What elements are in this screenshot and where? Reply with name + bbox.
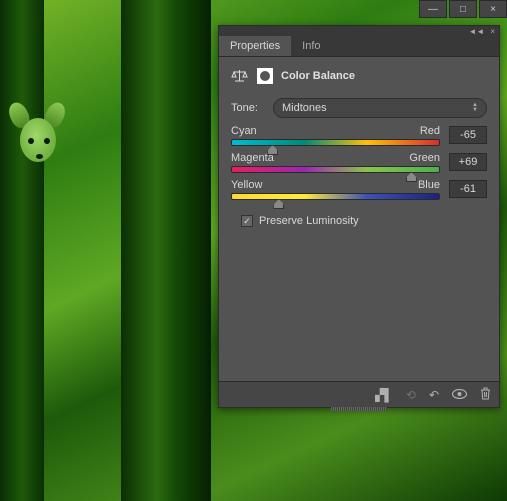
- preserve-luminosity-checkbox[interactable]: ✓: [241, 215, 253, 227]
- slider-knob[interactable]: [267, 145, 278, 155]
- panel-footer: ▞▌ ⟲ ↶: [219, 381, 499, 407]
- yellow-blue-value[interactable]: -61: [449, 180, 487, 198]
- deer-image: [18, 112, 60, 182]
- clip-to-layer-icon[interactable]: ▞▌: [375, 388, 393, 402]
- tone-label: Tone:: [231, 102, 265, 114]
- panel-collapse-icon[interactable]: ◄◄: [468, 27, 484, 36]
- visibility-icon[interactable]: [452, 388, 467, 402]
- magenta-green-value[interactable]: +69: [449, 153, 487, 171]
- window-close-button[interactable]: ×: [479, 0, 507, 18]
- reset-icon[interactable]: ↶: [429, 388, 439, 402]
- magenta-green-slider[interactable]: [231, 166, 440, 173]
- balance-scale-icon: [231, 67, 248, 84]
- slider-right-label: Blue: [418, 179, 440, 191]
- previous-state-icon[interactable]: ⟲: [406, 388, 416, 402]
- tree-trunk: [0, 0, 44, 501]
- panel-tabs: Properties Info: [219, 36, 499, 57]
- slider-right-label: Red: [420, 125, 440, 137]
- yellow-blue-slider[interactable]: [231, 193, 440, 200]
- properties-panel: ◄◄ × Properties Info Color Balance Tone:…: [218, 25, 500, 408]
- chevron-updown-icon: ▲▼: [472, 103, 478, 113]
- window-controls: — □ ×: [419, 0, 507, 22]
- tone-select[interactable]: Midtones ▲▼: [273, 98, 487, 118]
- cyan-red-slider[interactable]: [231, 139, 440, 146]
- maximize-button[interactable]: □: [449, 0, 477, 18]
- cyan-red-value[interactable]: -65: [449, 126, 487, 144]
- slider-knob[interactable]: [273, 199, 284, 209]
- panel-close-icon[interactable]: ×: [490, 27, 495, 36]
- slider-left-label: Cyan: [231, 125, 257, 137]
- delete-icon[interactable]: [480, 387, 491, 403]
- adjustment-title: Color Balance: [281, 70, 355, 82]
- tone-value: Midtones: [282, 102, 327, 114]
- adjustment-mask-icon[interactable]: [256, 67, 273, 84]
- panel-resize-grip[interactable]: [331, 407, 387, 411]
- preserve-luminosity-label: Preserve Luminosity: [259, 215, 359, 227]
- tab-properties[interactable]: Properties: [219, 36, 291, 56]
- slider-left-label: Yellow: [231, 179, 262, 191]
- tab-info[interactable]: Info: [291, 36, 331, 56]
- slider-right-label: Green: [409, 152, 440, 164]
- minimize-button[interactable]: —: [419, 0, 447, 18]
- slider-knob[interactable]: [406, 172, 417, 182]
- tree-trunk: [121, 0, 211, 501]
